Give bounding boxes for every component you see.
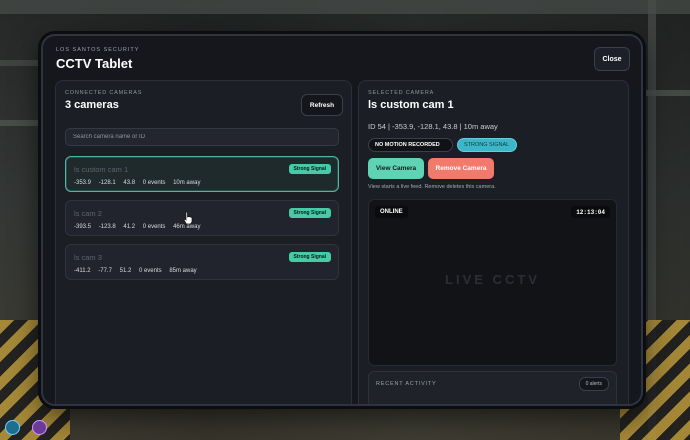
event-count: 0 events [142, 180, 166, 186]
camera-stats: -411.2 -77.7 51.2 0 events 85m away [74, 268, 203, 274]
camera-list-item[interactable]: ls cam 2 Strong Signal -393.5 -123.8 41.… [65, 200, 339, 236]
coord-x: -411.2 [74, 268, 91, 274]
camera-name: ls custom cam 1 [74, 165, 129, 174]
camera-name: ls cam 2 [74, 209, 102, 218]
feed-clock: 12:13:04 [571, 206, 610, 218]
close-button[interactable]: Close [594, 47, 630, 71]
recent-activity-label: RECENT ACTIVITY [376, 381, 437, 387]
signal-status-pill: STRONG SIGNAL [457, 138, 517, 152]
hand-cursor-icon [183, 211, 193, 225]
camera-name: ls cam 3 [74, 253, 102, 262]
coord-x: -353.9 [74, 180, 92, 186]
signal-badge: Strong Signal [288, 164, 331, 174]
live-feed-preview: ONLINE 12:13:04 LIVE CCTV [368, 199, 617, 366]
coord-x: -393.5 [74, 224, 92, 230]
signal-badge: Strong Signal [288, 252, 331, 262]
coord-z: 51.2 [119, 268, 132, 274]
feed-watermark: LIVE CCTV [445, 272, 540, 287]
coord-z: 43.8 [123, 180, 136, 186]
camera-list-item[interactable]: ls custom cam 1 Strong Signal -353.9 -12… [65, 156, 339, 192]
coord-y: -77.7 [98, 268, 112, 274]
motion-status-pill: NO MOTION RECORDED [368, 138, 453, 152]
action-hint: View starts a live feed. Remove deletes … [368, 184, 496, 190]
event-count: 0 events [138, 268, 162, 274]
coord-y: -123.8 [98, 224, 116, 230]
coord-y: -128.1 [98, 180, 116, 186]
view-camera-button[interactable]: View Camera [368, 158, 424, 179]
distance: 10m away [173, 180, 201, 186]
connected-cameras-panel: CONNECTED CAMERAS 3 cameras Refresh ls c… [55, 80, 352, 404]
feed-status-badge: ONLINE [375, 206, 408, 218]
selected-camera-label: SELECTED CAMERA [368, 90, 435, 96]
camera-stats: -353.9 -128.1 43.8 0 events 10m away [74, 180, 206, 186]
refresh-button[interactable]: Refresh [301, 94, 343, 116]
camera-count-title: 3 cameras [65, 99, 119, 111]
camera-info-line: ID 54 | -353.9, -128.1, 43.8 | 10m away [368, 122, 498, 131]
cctv-tablet-window: LOS SANTOS SECURITY CCTV Tablet Close CO… [41, 34, 643, 406]
recent-activity-section: RECENT ACTIVITY 0 alerts [368, 371, 617, 404]
selected-camera-panel: SELECTED CAMERA ls custom cam 1 ID 54 | … [358, 80, 629, 404]
coord-z: 41.2 [123, 224, 136, 230]
tablet-subtitle: LOS SANTOS SECURITY [56, 47, 140, 53]
camera-search-input[interactable] [65, 128, 339, 146]
distance: 85m away [169, 268, 197, 274]
hud-status-icon [5, 420, 20, 435]
signal-badge: Strong Signal [288, 208, 331, 218]
remove-camera-button[interactable]: Remove Camera [428, 158, 494, 179]
selected-camera-title: ls custom cam 1 [368, 99, 454, 111]
alerts-count-badge: 0 alerts [578, 377, 609, 391]
connected-cameras-label: CONNECTED CAMERAS [65, 90, 143, 96]
tablet-title: CCTV Tablet [56, 56, 133, 71]
event-count: 0 events [142, 224, 166, 230]
camera-list-item[interactable]: ls cam 3 Strong Signal -411.2 -77.7 51.2… [65, 244, 339, 280]
hud-status-icon [32, 420, 47, 435]
